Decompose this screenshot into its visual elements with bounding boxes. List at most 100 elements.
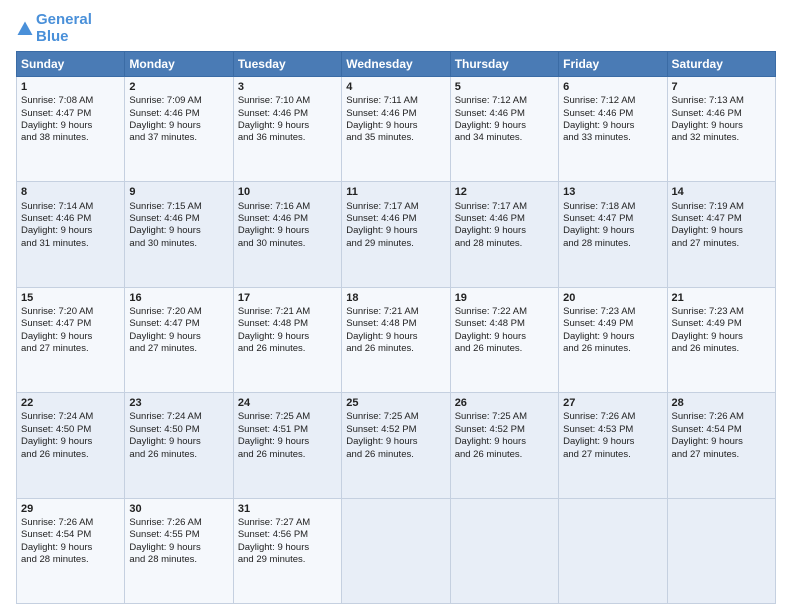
col-header-friday: Friday	[559, 52, 667, 77]
day-number: 9	[129, 185, 228, 199]
day-info: and 27 minutes.	[21, 343, 120, 355]
day-info: and 28 minutes.	[455, 238, 554, 250]
day-info: and 32 minutes.	[672, 132, 771, 144]
day-cell: 1Sunrise: 7:08 AMSunset: 4:47 PMDaylight…	[17, 77, 125, 182]
day-info: and 38 minutes.	[21, 132, 120, 144]
day-info: Sunset: 4:49 PM	[563, 318, 662, 330]
day-cell: 16Sunrise: 7:20 AMSunset: 4:47 PMDayligh…	[125, 287, 233, 392]
col-header-sunday: Sunday	[17, 52, 125, 77]
day-number: 23	[129, 396, 228, 410]
week-row-5: 29Sunrise: 7:26 AMSunset: 4:54 PMDayligh…	[17, 498, 776, 603]
day-cell: 21Sunrise: 7:23 AMSunset: 4:49 PMDayligh…	[667, 287, 775, 392]
day-cell: 12Sunrise: 7:17 AMSunset: 4:46 PMDayligh…	[450, 182, 558, 287]
logo-text: General Blue	[36, 12, 92, 45]
day-info: Daylight: 9 hours	[129, 120, 228, 132]
day-info: and 30 minutes.	[129, 238, 228, 250]
day-info: Sunset: 4:47 PM	[129, 318, 228, 330]
day-cell: 28Sunrise: 7:26 AMSunset: 4:54 PMDayligh…	[667, 393, 775, 498]
day-info: Sunrise: 7:23 AM	[563, 306, 662, 318]
day-info: Sunrise: 7:17 AM	[455, 201, 554, 213]
day-info: Sunrise: 7:24 AM	[129, 411, 228, 423]
day-info: Daylight: 9 hours	[346, 436, 445, 448]
day-number: 29	[21, 502, 120, 516]
day-info: Sunrise: 7:25 AM	[346, 411, 445, 423]
day-number: 10	[238, 185, 337, 199]
day-info: Sunset: 4:46 PM	[455, 108, 554, 120]
day-info: and 29 minutes.	[346, 238, 445, 250]
day-info: and 28 minutes.	[563, 238, 662, 250]
day-info: Sunrise: 7:21 AM	[346, 306, 445, 318]
day-info: Sunrise: 7:14 AM	[21, 201, 120, 213]
day-cell: 18Sunrise: 7:21 AMSunset: 4:48 PMDayligh…	[342, 287, 450, 392]
day-info: Daylight: 9 hours	[238, 436, 337, 448]
day-info: and 31 minutes.	[21, 238, 120, 250]
page: General Blue SundayMondayTuesdayWednesda…	[0, 0, 792, 612]
day-info: and 26 minutes.	[455, 449, 554, 461]
day-cell	[450, 498, 558, 603]
day-info: Sunrise: 7:11 AM	[346, 95, 445, 107]
day-cell: 27Sunrise: 7:26 AMSunset: 4:53 PMDayligh…	[559, 393, 667, 498]
day-info: Sunset: 4:46 PM	[563, 108, 662, 120]
day-info: Daylight: 9 hours	[129, 542, 228, 554]
day-info: Sunrise: 7:10 AM	[238, 95, 337, 107]
day-info: Sunrise: 7:17 AM	[346, 201, 445, 213]
day-cell: 6Sunrise: 7:12 AMSunset: 4:46 PMDaylight…	[559, 77, 667, 182]
day-info: Daylight: 9 hours	[455, 120, 554, 132]
day-info: and 26 minutes.	[21, 449, 120, 461]
day-cell: 3Sunrise: 7:10 AMSunset: 4:46 PMDaylight…	[233, 77, 341, 182]
day-info: Daylight: 9 hours	[455, 436, 554, 448]
day-info: Daylight: 9 hours	[21, 120, 120, 132]
day-info: Sunset: 4:47 PM	[21, 108, 120, 120]
day-info: Sunset: 4:55 PM	[129, 529, 228, 541]
day-cell	[667, 498, 775, 603]
day-cell: 13Sunrise: 7:18 AMSunset: 4:47 PMDayligh…	[559, 182, 667, 287]
day-info: and 33 minutes.	[563, 132, 662, 144]
col-header-tuesday: Tuesday	[233, 52, 341, 77]
day-info: Sunrise: 7:08 AM	[21, 95, 120, 107]
day-info: Sunset: 4:50 PM	[129, 424, 228, 436]
day-info: and 27 minutes.	[563, 449, 662, 461]
logo: General Blue	[16, 12, 92, 45]
day-number: 27	[563, 396, 662, 410]
day-info: and 26 minutes.	[455, 343, 554, 355]
day-info: and 36 minutes.	[238, 132, 337, 144]
day-cell: 2Sunrise: 7:09 AMSunset: 4:46 PMDaylight…	[125, 77, 233, 182]
day-cell: 29Sunrise: 7:26 AMSunset: 4:54 PMDayligh…	[17, 498, 125, 603]
day-cell	[342, 498, 450, 603]
day-cell: 8Sunrise: 7:14 AMSunset: 4:46 PMDaylight…	[17, 182, 125, 287]
day-info: Sunrise: 7:20 AM	[129, 306, 228, 318]
day-info: Daylight: 9 hours	[563, 331, 662, 343]
day-number: 7	[672, 80, 771, 94]
col-header-wednesday: Wednesday	[342, 52, 450, 77]
day-number: 8	[21, 185, 120, 199]
day-cell: 10Sunrise: 7:16 AMSunset: 4:46 PMDayligh…	[233, 182, 341, 287]
day-number: 11	[346, 185, 445, 199]
day-number: 17	[238, 291, 337, 305]
day-info: Daylight: 9 hours	[346, 225, 445, 237]
day-cell: 30Sunrise: 7:26 AMSunset: 4:55 PMDayligh…	[125, 498, 233, 603]
day-info: Daylight: 9 hours	[563, 436, 662, 448]
day-cell: 9Sunrise: 7:15 AMSunset: 4:46 PMDaylight…	[125, 182, 233, 287]
day-number: 4	[346, 80, 445, 94]
day-number: 21	[672, 291, 771, 305]
day-info: and 26 minutes.	[672, 343, 771, 355]
day-info: Sunset: 4:53 PM	[563, 424, 662, 436]
day-info: Sunrise: 7:13 AM	[672, 95, 771, 107]
day-info: Sunset: 4:54 PM	[672, 424, 771, 436]
day-info: Sunrise: 7:27 AM	[238, 517, 337, 529]
week-row-4: 22Sunrise: 7:24 AMSunset: 4:50 PMDayligh…	[17, 393, 776, 498]
day-info: Sunrise: 7:19 AM	[672, 201, 771, 213]
day-number: 25	[346, 396, 445, 410]
day-cell: 4Sunrise: 7:11 AMSunset: 4:46 PMDaylight…	[342, 77, 450, 182]
day-info: and 27 minutes.	[129, 343, 228, 355]
header-row: SundayMondayTuesdayWednesdayThursdayFrid…	[17, 52, 776, 77]
day-info: Sunset: 4:51 PM	[238, 424, 337, 436]
day-info: Daylight: 9 hours	[672, 436, 771, 448]
day-cell: 15Sunrise: 7:20 AMSunset: 4:47 PMDayligh…	[17, 287, 125, 392]
day-info: Sunset: 4:56 PM	[238, 529, 337, 541]
day-info: and 37 minutes.	[129, 132, 228, 144]
day-info: Sunset: 4:46 PM	[672, 108, 771, 120]
day-info: and 26 minutes.	[346, 449, 445, 461]
day-number: 12	[455, 185, 554, 199]
day-info: Sunset: 4:47 PM	[672, 213, 771, 225]
